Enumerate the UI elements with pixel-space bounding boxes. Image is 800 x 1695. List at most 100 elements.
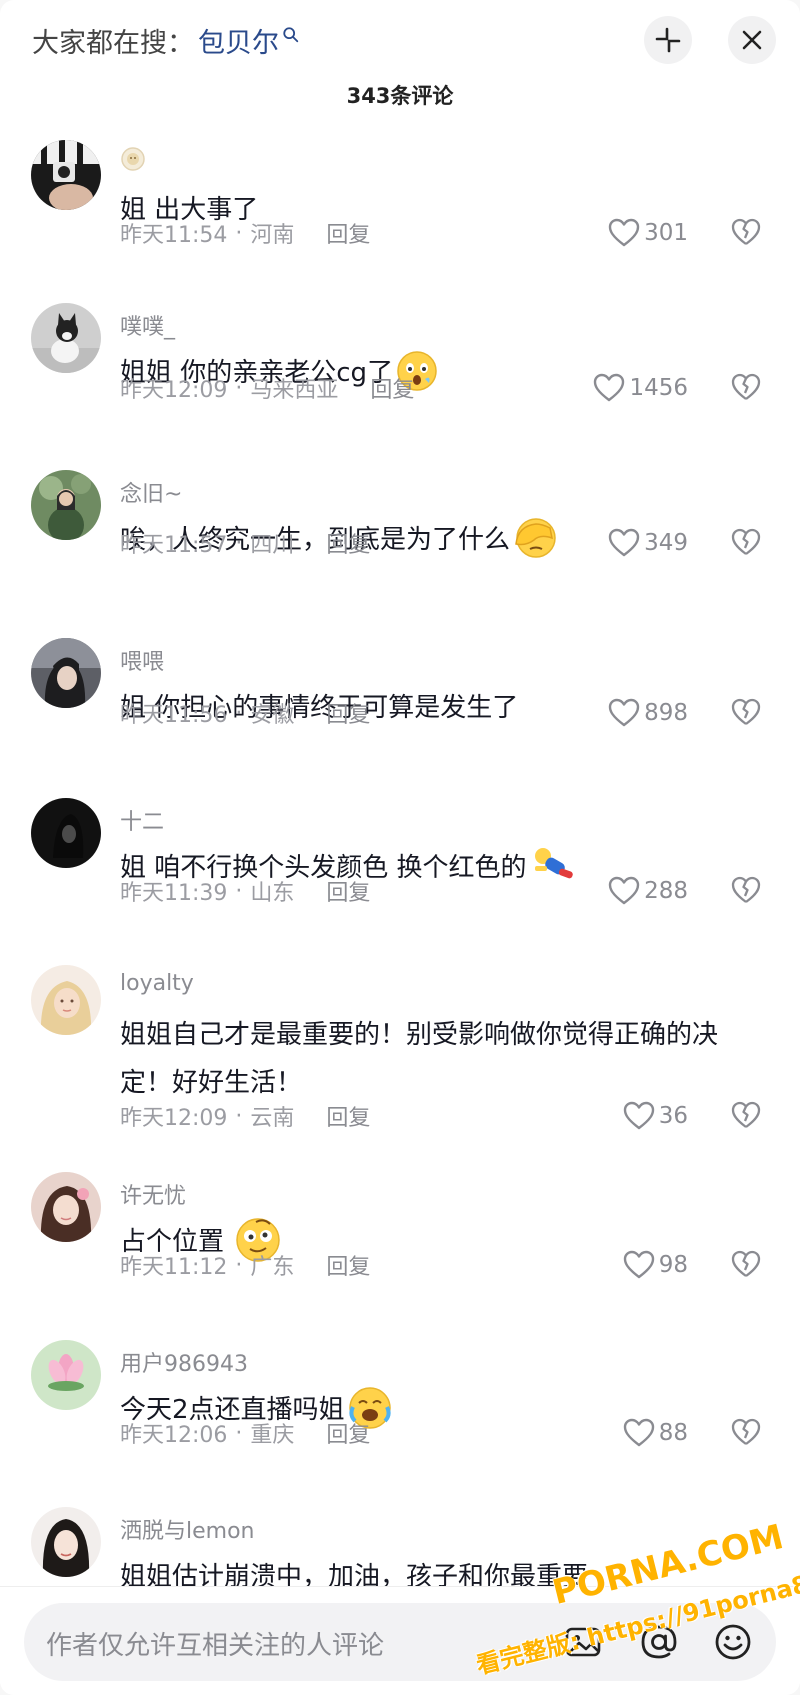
like-count: 88 bbox=[658, 1420, 688, 1446]
like-button[interactable]: 349 bbox=[608, 526, 688, 560]
meta-separator: · bbox=[235, 1420, 243, 1446]
like-count: 349 bbox=[644, 530, 688, 556]
like-button[interactable]: 88 bbox=[623, 1416, 688, 1450]
comment-text: 姐姐自己才是最重要的！别受影响做你觉得正确的决定！好好生活！ bbox=[120, 1011, 760, 1107]
username[interactable]: 许无忧 bbox=[120, 1178, 186, 1210]
reply-button[interactable]: 回复 bbox=[326, 1417, 370, 1449]
broken-heart-icon[interactable] bbox=[731, 698, 761, 728]
comment-input-bar: 作者仅允许互相关注的人评论 bbox=[0, 1586, 800, 1695]
like-button[interactable]: 1456 bbox=[593, 371, 688, 405]
like-button[interactable]: 36 bbox=[623, 1099, 688, 1133]
comment-time: 昨天12:09 bbox=[120, 1106, 228, 1131]
meta-separator: · bbox=[235, 375, 243, 401]
search-hint-prefix: 大家都在搜： bbox=[32, 27, 194, 59]
comment-meta: 昨天12:06 · 重庆 回复 bbox=[120, 1417, 370, 1449]
comment-time: 昨天11:54 bbox=[120, 223, 228, 248]
username[interactable]: 洒脱与lemon bbox=[120, 1513, 254, 1545]
username[interactable]: loyalty bbox=[120, 971, 194, 996]
comment-meta: 昨天11:57 · 四川 回复 bbox=[120, 527, 370, 559]
avatar[interactable] bbox=[31, 303, 101, 373]
comment-header: 大家都在搜： 包贝尔 343条评论 bbox=[0, 0, 800, 125]
comment-location: 安徽 bbox=[250, 703, 295, 728]
comment-item: 念旧~ 唉，人终究一生，到底是为了什么 昨天11:57 · 四川 回复 349 bbox=[0, 470, 800, 610]
username[interactable] bbox=[120, 146, 146, 178]
comment-location: 河南 bbox=[250, 223, 295, 248]
avatar[interactable] bbox=[31, 1172, 101, 1242]
close-button[interactable] bbox=[728, 16, 776, 64]
heart-outline-icon bbox=[608, 218, 640, 247]
avatar[interactable] bbox=[31, 638, 101, 708]
broken-heart-icon[interactable] bbox=[731, 373, 761, 403]
heart-outline-icon bbox=[608, 876, 640, 905]
reply-button[interactable]: 回复 bbox=[326, 875, 370, 907]
meta-separator: · bbox=[235, 1252, 243, 1278]
avatar[interactable] bbox=[31, 470, 101, 540]
comment-item: loyalty 姐姐自己才是最重要的！别受影响做你觉得正确的决定！好好生活！ 昨… bbox=[0, 965, 800, 1150]
comment-meta: 昨天11:12 · 广东 回复 bbox=[120, 1249, 370, 1281]
search-hint-keyword[interactable]: 包贝尔 bbox=[198, 21, 279, 60]
meta-separator: · bbox=[235, 700, 243, 726]
avatar[interactable] bbox=[31, 965, 101, 1035]
reply-button[interactable]: 回复 bbox=[326, 1249, 370, 1281]
meta-separator: · bbox=[235, 878, 243, 904]
username[interactable]: 用户986943 bbox=[120, 1346, 248, 1378]
falling-figure-emoji-icon bbox=[534, 847, 573, 878]
avatar[interactable] bbox=[31, 1507, 101, 1577]
username[interactable]: 喂喂 bbox=[120, 644, 164, 676]
heart-outline-icon bbox=[608, 698, 640, 727]
comment-input[interactable]: 作者仅允许互相关注的人评论 bbox=[24, 1603, 776, 1681]
comment-meta: 昨天11:56 · 安徽 回复 bbox=[120, 697, 370, 729]
like-button[interactable]: 301 bbox=[608, 216, 688, 250]
like-count: 1456 bbox=[629, 375, 688, 401]
meta-separator: · bbox=[235, 220, 243, 246]
comment-meta: 昨天12:09 · 马来西亚 回复 bbox=[120, 372, 414, 404]
like-button[interactable]: 98 bbox=[623, 1248, 688, 1282]
at-icon[interactable] bbox=[638, 1621, 680, 1663]
broken-heart-icon[interactable] bbox=[731, 1250, 761, 1280]
meta-separator: · bbox=[235, 530, 243, 556]
broken-heart-icon[interactable] bbox=[731, 1101, 761, 1131]
reply-button[interactable]: 回复 bbox=[326, 697, 370, 729]
like-button[interactable]: 288 bbox=[608, 874, 688, 908]
username[interactable]: 念旧~ bbox=[120, 476, 182, 508]
reply-button[interactable]: 回复 bbox=[326, 217, 370, 249]
comment-item: 洒脱与lemon 姐姐估计崩溃中，加油，孩子和你最重要 bbox=[0, 1507, 800, 1592]
image-icon[interactable] bbox=[562, 1621, 604, 1663]
broken-heart-icon[interactable] bbox=[731, 1418, 761, 1448]
broken-heart-icon[interactable] bbox=[731, 876, 761, 906]
broken-heart-icon[interactable] bbox=[731, 218, 761, 248]
username[interactable]: 十二 bbox=[120, 804, 164, 836]
comment-location: 广东 bbox=[250, 1255, 295, 1280]
comment-location: 马来西亚 bbox=[250, 378, 339, 403]
comment-time: 昨天11:56 bbox=[120, 703, 228, 728]
like-button[interactable]: 898 bbox=[608, 696, 688, 730]
avatar[interactable] bbox=[31, 1340, 101, 1410]
reply-button[interactable]: 回复 bbox=[370, 372, 414, 404]
comment-item: 姐 出大事了 昨天11:54 · 河南 回复 301 bbox=[0, 140, 800, 280]
username[interactable]: 噗噗_ bbox=[120, 309, 175, 341]
heart-outline-icon bbox=[623, 1250, 654, 1279]
heart-outline-icon bbox=[623, 1101, 654, 1130]
comment-item: 噗噗_ 姐姐 你的亲亲老公cg了 昨天12:09 · 马来西亚 回复 1456 bbox=[0, 303, 800, 443]
comment-meta: 昨天12:09 · 云南 回复 bbox=[120, 1100, 370, 1132]
facepalm-emoji-icon bbox=[515, 517, 556, 558]
avatar[interactable] bbox=[31, 140, 101, 210]
heart-outline-icon bbox=[608, 528, 640, 557]
broken-heart-icon[interactable] bbox=[731, 528, 761, 558]
avatar[interactable] bbox=[31, 798, 101, 868]
like-count: 36 bbox=[658, 1103, 688, 1129]
collapse-icon bbox=[655, 27, 681, 53]
comment-location: 重庆 bbox=[250, 1423, 295, 1448]
collapse-button[interactable] bbox=[644, 16, 692, 64]
comment-time: 昨天11:57 bbox=[120, 533, 228, 558]
meta-separator: · bbox=[235, 1103, 243, 1129]
like-count: 98 bbox=[658, 1252, 688, 1278]
reply-button[interactable]: 回复 bbox=[326, 1100, 370, 1132]
emoji-icon[interactable] bbox=[712, 1621, 754, 1663]
heart-outline-icon bbox=[623, 1418, 654, 1447]
comment-item: 许无忧 占个位置 昨天11:12 · 广东 回复 98 bbox=[0, 1172, 800, 1312]
search-hint[interactable]: 大家都在搜： 包贝尔 bbox=[32, 21, 300, 60]
reply-button[interactable]: 回复 bbox=[326, 527, 370, 559]
comment-time: 昨天12:09 bbox=[120, 378, 228, 403]
comment-input-placeholder: 作者仅允许互相关注的人评论 bbox=[46, 1631, 385, 1661]
